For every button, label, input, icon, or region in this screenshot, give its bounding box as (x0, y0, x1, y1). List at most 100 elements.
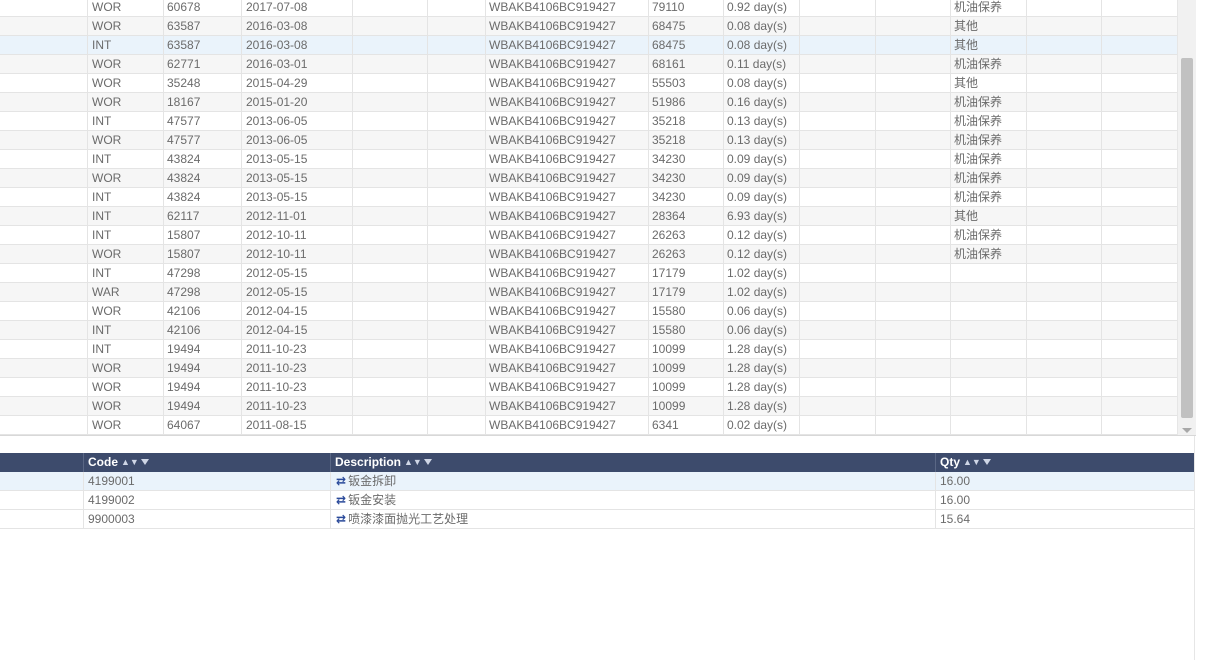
table-row[interactable]: WOR 19494 2011-10-23 WBAKB4106BC919427 10099… (0, 378, 1177, 397)
cell-mileage: 10099 (652, 361, 686, 375)
sort-icon[interactable]: ▲▼ (963, 453, 981, 472)
cell-vin: WBAKB4106BC919427 (489, 323, 616, 337)
cell-type: INT (92, 342, 112, 356)
column-divider (330, 472, 331, 529)
column-divider (950, 0, 951, 436)
cell-vin: WBAKB4106BC919427 (489, 133, 616, 147)
cell-type: INT (92, 209, 112, 223)
table-row[interactable]: INT 47298 2012-05-15 WBAKB4106BC919427 17179… (0, 264, 1177, 283)
table-row[interactable]: INT 15807 2012-10-11 WBAKB4106BC919427 26263… (0, 226, 1177, 245)
filter-icon[interactable] (982, 459, 991, 465)
cell-ref: 47298 (167, 285, 201, 299)
cell-category: 机油保养 (954, 114, 1003, 128)
cell-duration: 1.28 day(s) (727, 399, 788, 413)
table-row[interactable]: WOR 35248 2015-04-29 WBAKB4106BC919427 55503… (0, 74, 1177, 93)
cell-mileage: 17179 (652, 266, 686, 280)
table-row[interactable]: INT 63587 2016-03-08 WBAKB4106BC919427 68475… (0, 36, 1177, 55)
cell-duration: 0.11 day(s) (727, 57, 787, 71)
scroll-down-arrow-icon[interactable] (1182, 428, 1192, 433)
table-row[interactable]: INT 19494 2011-10-23 WBAKB4106BC919427 10099… (0, 340, 1177, 359)
cell-mileage: 10099 (652, 380, 686, 394)
cell-duration: 1.02 day(s) (727, 285, 788, 299)
cell-duration: 1.28 day(s) (727, 380, 788, 394)
cell-category: 其他 (954, 19, 979, 33)
table-row[interactable]: INT 47577 2013-06-05 WBAKB4106BC919427 35218… (0, 112, 1177, 131)
cell-type: INT (92, 323, 112, 337)
table-row[interactable]: WOR 60678 2017-07-08 WBAKB4106BC919427 79110… (0, 0, 1177, 17)
table-row[interactable]: WOR 64067 2011-08-15 WBAKB4106BC919427 6341 0… (0, 416, 1177, 435)
link-arrows-icon[interactable]: ⇄ (336, 512, 346, 526)
cell-vin: WBAKB4106BC919427 (489, 418, 616, 432)
cell-type: WOR (92, 0, 122, 14)
cell-mileage: 55503 (652, 76, 686, 90)
cell-vin: WBAKB4106BC919427 (489, 114, 616, 128)
column-divider (875, 0, 876, 436)
filter-icon[interactable] (423, 459, 432, 465)
scrollbar-thumb[interactable] (1181, 58, 1193, 418)
cell-ref: 62771 (167, 57, 201, 71)
cell-ref: 60678 (167, 0, 201, 14)
cell-date: 2013-06-05 (246, 114, 308, 128)
cell-date: 2012-11-01 (246, 209, 307, 223)
table-row[interactable]: WOR 18167 2015-01-20 WBAKB4106BC919427 51986… (0, 93, 1177, 112)
cell-date: 2012-10-11 (246, 228, 307, 242)
cell-vin: WBAKB4106BC919427 (489, 19, 616, 33)
cell-type: INT (92, 228, 112, 242)
cell-ref: 18167 (167, 95, 201, 109)
column-header-label: Qty (940, 455, 961, 469)
cell-category: 机油保养 (954, 95, 1003, 109)
link-arrows-icon[interactable]: ⇄ (336, 493, 346, 507)
lower-details-grid: Code ▲▼ Description ▲▼ Qty ▲▼ 4199001 ⇄ 钣金拆卸 1… (0, 453, 1194, 660)
vertical-scrollbar[interactable] (1177, 0, 1196, 436)
table-row[interactable]: INT 43824 2013-05-15 WBAKB4106BC919427 34230… (0, 150, 1177, 169)
table-row[interactable]: WOR 19494 2011-10-23 WBAKB4106BC919427 10099… (0, 397, 1177, 416)
cell-description[interactable]: ⇄ 钣金安装 (336, 491, 396, 510)
cell-type: INT (92, 152, 112, 166)
cell-description[interactable]: ⇄ 喷漆漆面抛光工艺处理 (336, 510, 468, 529)
sort-icon[interactable]: ▲▼ (404, 453, 422, 472)
cell-description[interactable]: ⇄ 钣金拆卸 (336, 472, 396, 491)
column-header-code[interactable]: Code ▲▼ (83, 453, 330, 472)
cell-mileage: 79110 (652, 0, 685, 14)
cell-mileage: 15580 (652, 323, 686, 337)
table-row[interactable]: INT 62117 2012-11-01 WBAKB4106BC919427 28364… (0, 207, 1177, 226)
lower-grid-header: Code ▲▼ Description ▲▼ Qty ▲▼ (0, 453, 1194, 472)
cell-ref: 43824 (167, 152, 201, 166)
cell-ref: 62117 (167, 209, 200, 223)
table-row[interactable]: WOR 63587 2016-03-08 WBAKB4106BC919427 68475… (0, 17, 1177, 36)
table-row[interactable]: 4199001 ⇄ 钣金拆卸 16.00 (0, 472, 1194, 491)
cell-mileage: 26263 (652, 228, 686, 242)
link-arrows-icon[interactable]: ⇄ (336, 474, 346, 488)
column-header-description[interactable]: Description ▲▼ (330, 453, 935, 472)
table-row[interactable]: WOR 43824 2013-05-15 WBAKB4106BC919427 34230… (0, 169, 1177, 188)
cell-vin: WBAKB4106BC919427 (489, 304, 616, 318)
table-row[interactable]: 9900003 ⇄ 喷漆漆面抛光工艺处理 15.64 (0, 510, 1194, 529)
cell-ref: 19494 (167, 399, 201, 413)
cell-duration: 0.09 day(s) (727, 171, 788, 185)
cell-mileage: 17179 (652, 285, 686, 299)
cell-ref: 47577 (167, 114, 201, 128)
table-row[interactable]: 4199002 ⇄ 钣金安装 16.00 (0, 491, 1194, 510)
table-row[interactable]: WOR 19494 2011-10-23 WBAKB4106BC919427 10099… (0, 359, 1177, 378)
column-divider (485, 0, 486, 436)
filter-icon[interactable] (140, 459, 149, 465)
sort-icon[interactable]: ▲▼ (121, 453, 139, 472)
table-row[interactable]: WOR 15807 2012-10-11 WBAKB4106BC919427 26263… (0, 245, 1177, 264)
table-row[interactable]: WOR 42106 2012-04-15 WBAKB4106BC919427 15580… (0, 302, 1177, 321)
cell-ref: 43824 (167, 171, 201, 185)
column-divider (1026, 0, 1027, 436)
table-row[interactable]: WOR 47577 2013-06-05 WBAKB4106BC919427 35218… (0, 131, 1177, 150)
column-header-qty[interactable]: Qty ▲▼ (935, 453, 1194, 472)
cell-type: WOR (92, 133, 122, 147)
table-row[interactable]: WAR 47298 2012-05-15 WBAKB4106BC919427 17179… (0, 283, 1177, 302)
table-row[interactable]: WOR 62771 2016-03-01 WBAKB4106BC919427 68161… (0, 55, 1177, 74)
cell-category: 其他 (954, 209, 979, 223)
cell-category: 机油保养 (954, 228, 1003, 242)
cell-category: 机油保养 (954, 171, 1003, 185)
table-row[interactable]: INT 43824 2013-05-15 WBAKB4106BC919427 34230… (0, 188, 1177, 207)
cell-mileage: 10099 (652, 399, 686, 413)
cell-ref: 19494 (167, 361, 201, 375)
table-row[interactable]: INT 42106 2012-04-15 WBAKB4106BC919427 15580… (0, 321, 1177, 340)
column-divider (799, 0, 800, 436)
cell-ref: 63587 (167, 38, 201, 52)
